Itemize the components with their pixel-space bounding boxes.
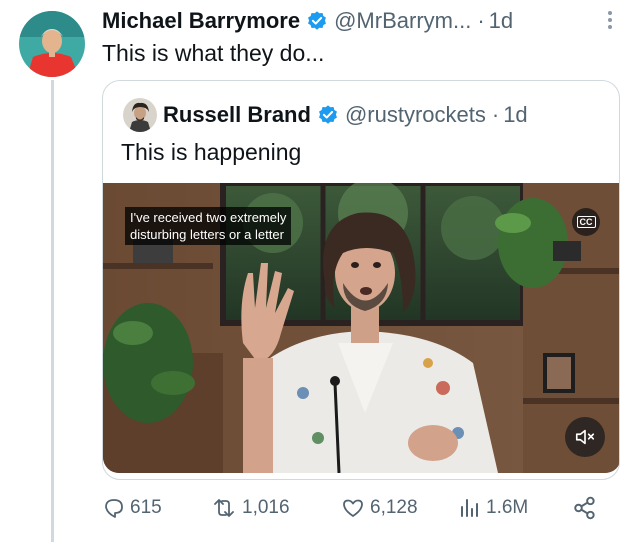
verified-badge-icon (308, 11, 327, 30)
quoted-tweet-header: Russell Brand @rustyrockets · 1d (163, 99, 528, 131)
like-count: 6,128 (370, 497, 418, 518)
video-caption: I've received two extremely disturbing l… (125, 207, 292, 245)
share-button[interactable] (572, 490, 602, 526)
reply-button[interactable]: 615 (102, 490, 162, 526)
quoted-author-avatar[interactable] (123, 98, 157, 132)
reply-icon (105, 499, 123, 518)
like-button[interactable]: 6,128 (340, 490, 418, 526)
author-handle[interactable]: @MrBarrym... (334, 8, 471, 34)
author-name[interactable]: Michael Barrymore (102, 8, 300, 34)
author-avatar[interactable] (19, 11, 85, 77)
closed-captions-button[interactable]: CC (572, 208, 600, 236)
tweet-actions-bar: 615 1,016 6,128 1.6M (102, 490, 622, 526)
quoted-author-name[interactable]: Russell Brand (163, 102, 311, 128)
repost-button[interactable]: 1,016 (210, 490, 290, 526)
repost-icon (214, 499, 234, 517)
verified-badge-icon (318, 105, 337, 124)
mute-toggle-button[interactable] (565, 417, 605, 457)
more-options-icon[interactable] (602, 8, 618, 32)
views-count: 1.6M (486, 497, 529, 518)
reply-count: 615 (130, 497, 162, 518)
timestamp[interactable]: 1d (489, 8, 513, 34)
quoted-author-handle[interactable]: @rustyrockets (345, 102, 486, 128)
tweet-text: This is what they do... (102, 40, 325, 66)
share-icon (574, 496, 595, 520)
quoted-tweet-text: This is happening (121, 139, 302, 165)
closed-captions-icon: CC (576, 216, 596, 228)
separator-dot: · (491, 102, 500, 127)
quoted-tweet-card[interactable]: Russell Brand @rustyrockets · 1d This is… (102, 80, 620, 480)
like-icon (343, 499, 363, 517)
repost-count: 1,016 (242, 497, 290, 518)
separator-dot: · (477, 8, 485, 33)
volume-muted-icon (575, 429, 595, 445)
tweet-header: Michael Barrymore @MrBarrym... · 1d (102, 6, 513, 36)
views-button[interactable]: 1.6M (456, 490, 528, 526)
views-icon (461, 499, 478, 517)
thread-line (51, 80, 54, 542)
video-player[interactable]: I've received two extremely disturbing l… (103, 183, 619, 473)
caption-line: I've received two extremely (130, 210, 287, 225)
quoted-timestamp[interactable]: 1d (503, 102, 527, 128)
caption-line: disturbing letters or a letter (130, 227, 284, 242)
